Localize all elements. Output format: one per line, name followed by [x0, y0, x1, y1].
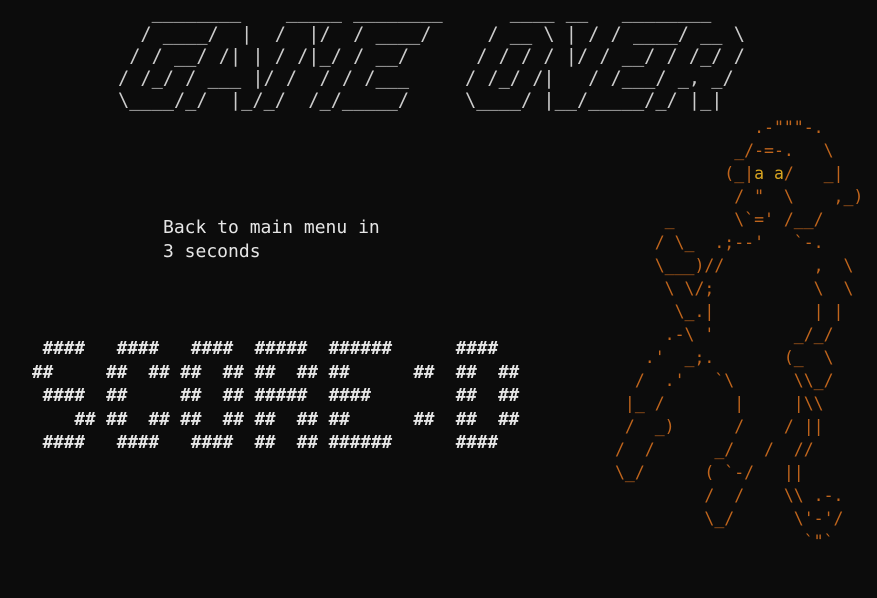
monkey-line: |_ / | |\\ [615, 394, 824, 413]
monkey-line: _/-=-. \ [615, 141, 834, 160]
monkey-line: \_/ ( `-/ || [615, 463, 804, 482]
monkey-line: .' _;. (_ \ [615, 348, 834, 367]
monkey-line: \___)// , \ [615, 256, 854, 275]
monkey-line: / / _/ / // [615, 440, 814, 459]
game-over-banner: ________ _____ ________ ____ __ ________… [118, 2, 745, 111]
monkey-ascii-art: .-"""-. _/-=-. \ (_|a a/ _| / " \ ,_) _ … [615, 116, 863, 553]
terminal-window: ________ _____ ________ ____ __ ________… [0, 0, 877, 598]
monkey-line: \_/ \'-'/ [615, 509, 844, 528]
monkey-line: `"` [615, 532, 834, 551]
monkey-line: / " \ ,_) [615, 187, 864, 206]
monkey-line: \_.| | | [615, 302, 844, 321]
countdown-message: Back to main menu in 3 seconds [163, 216, 380, 264]
countdown-line-1: Back to main menu in [163, 217, 380, 238]
score-banner: #### #### #### ##### ###### #### ## ## #… [32, 339, 520, 453]
monkey-eyes: a a [754, 164, 784, 183]
monkey-line: .-"""-. [615, 118, 824, 137]
monkey-line: _ \`=' /__/ [615, 210, 824, 229]
monkey-line: \ \/; \ \ [615, 279, 854, 298]
countdown-line-2: 3 seconds [163, 241, 261, 262]
monkey-line: / _) / / || [615, 417, 824, 436]
monkey-line: / .' `\ \\_/ [615, 371, 834, 390]
monkey-line: / \_ .;--' `-. [615, 233, 824, 252]
monkey-line: (_| [615, 164, 755, 183]
monkey-line: / / \\ .-. [615, 486, 844, 505]
monkey-line: / _| [783, 164, 844, 183]
monkey-line: .-\ ' _/_/ [615, 325, 834, 344]
